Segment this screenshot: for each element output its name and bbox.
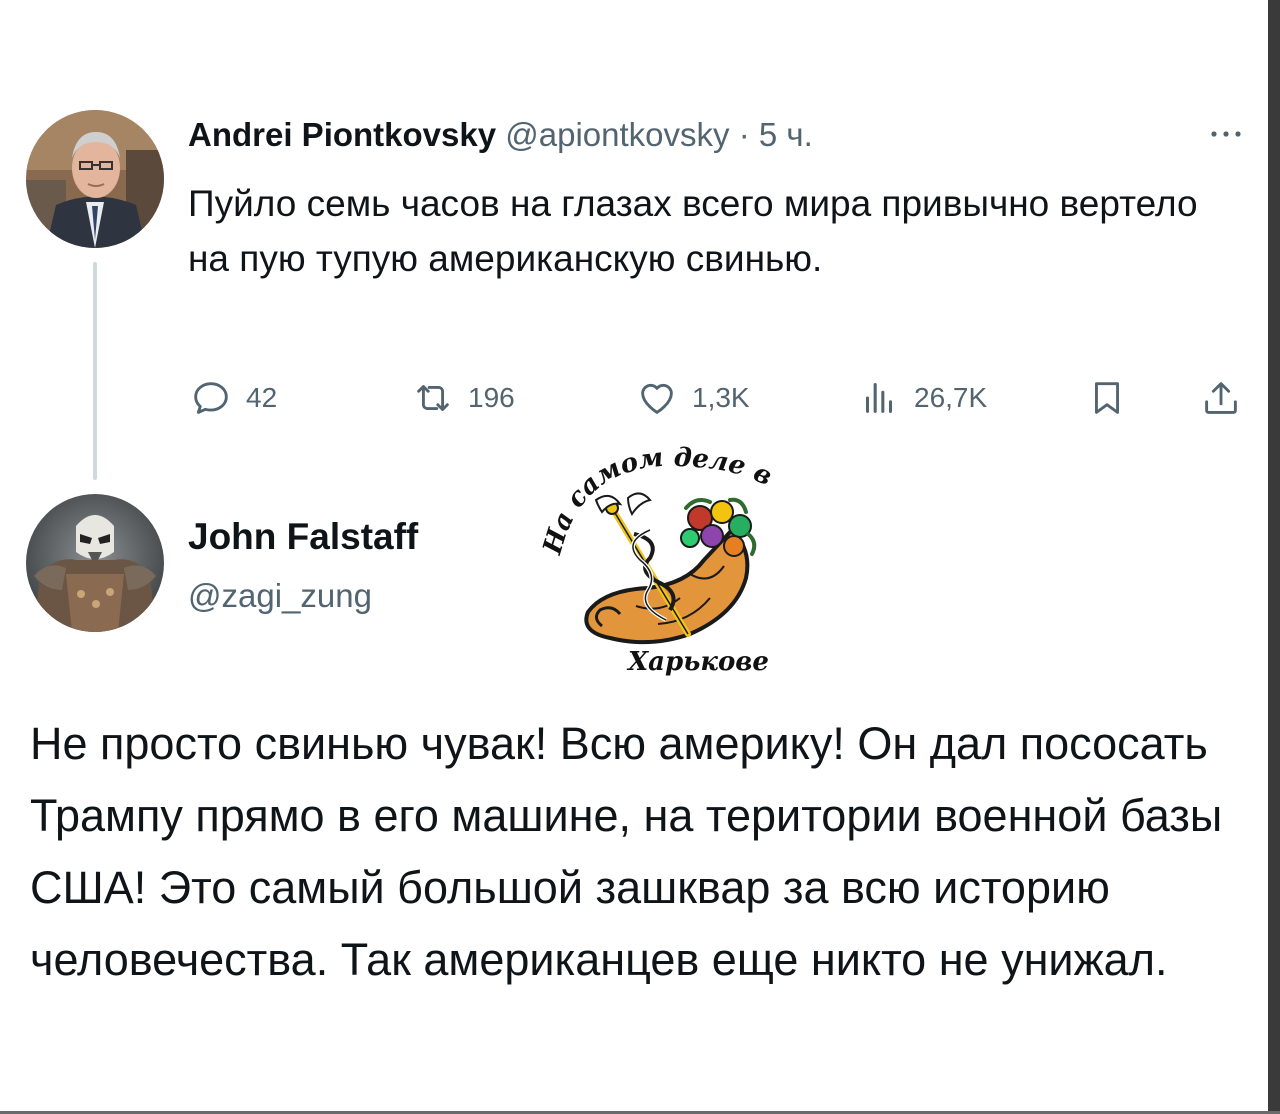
author-name[interactable]: Andrei Piontkovsky [188,116,496,153]
reply-author-avatar[interactable] [26,494,164,632]
retweet-button[interactable]: 196 [410,374,515,422]
reply-count: 42 [246,382,278,413]
reply-text: Не просто свинью чувак! Всю америку! Он … [30,718,1223,985]
thread-connector-line [93,262,97,480]
watermark-logo: На самом деле в Харькове [540,438,790,690]
reply-author-name[interactable]: John Falstaff [188,512,418,562]
retweet-count: 196 [468,382,515,413]
reply-author-handle[interactable]: @zagi_zung [188,572,372,620]
more-horizontal-icon [1211,131,1241,137]
tweet-text: Пуйло семь часов на глазах всего мира пр… [188,183,1198,279]
like-button[interactable]: 1,3K [634,374,750,422]
views-count: 26,7K [914,382,988,413]
tweet-actions-bar: 42 196 1,3K 26,7K [188,374,1248,422]
author-avatar[interactable] [26,110,164,248]
reply-icon [194,382,228,414]
screen-edge [1268,0,1280,1114]
analytics-icon [865,383,893,413]
like-count: 1,3K [692,382,750,413]
author-handle[interactable]: @apiontkovsky [505,116,729,153]
share-button[interactable] [1198,374,1244,422]
header-separator: · [738,116,750,153]
tweet-header: Andrei Piontkovsky @apiontkovsky · 5 ч. [188,112,813,158]
more-options-button[interactable] [1206,122,1246,146]
bookmark-icon [1095,382,1119,414]
watermark-bottom-text: Харькове [626,647,769,677]
bookmark-button[interactable] [1084,374,1130,422]
reply-button[interactable]: 42 [188,374,277,422]
retweet-icon [417,385,449,411]
views-button[interactable]: 26,7K [856,374,987,422]
heart-icon [641,383,673,414]
tweet-timestamp[interactable]: 5 ч. [759,116,813,153]
share-icon [1205,382,1237,414]
